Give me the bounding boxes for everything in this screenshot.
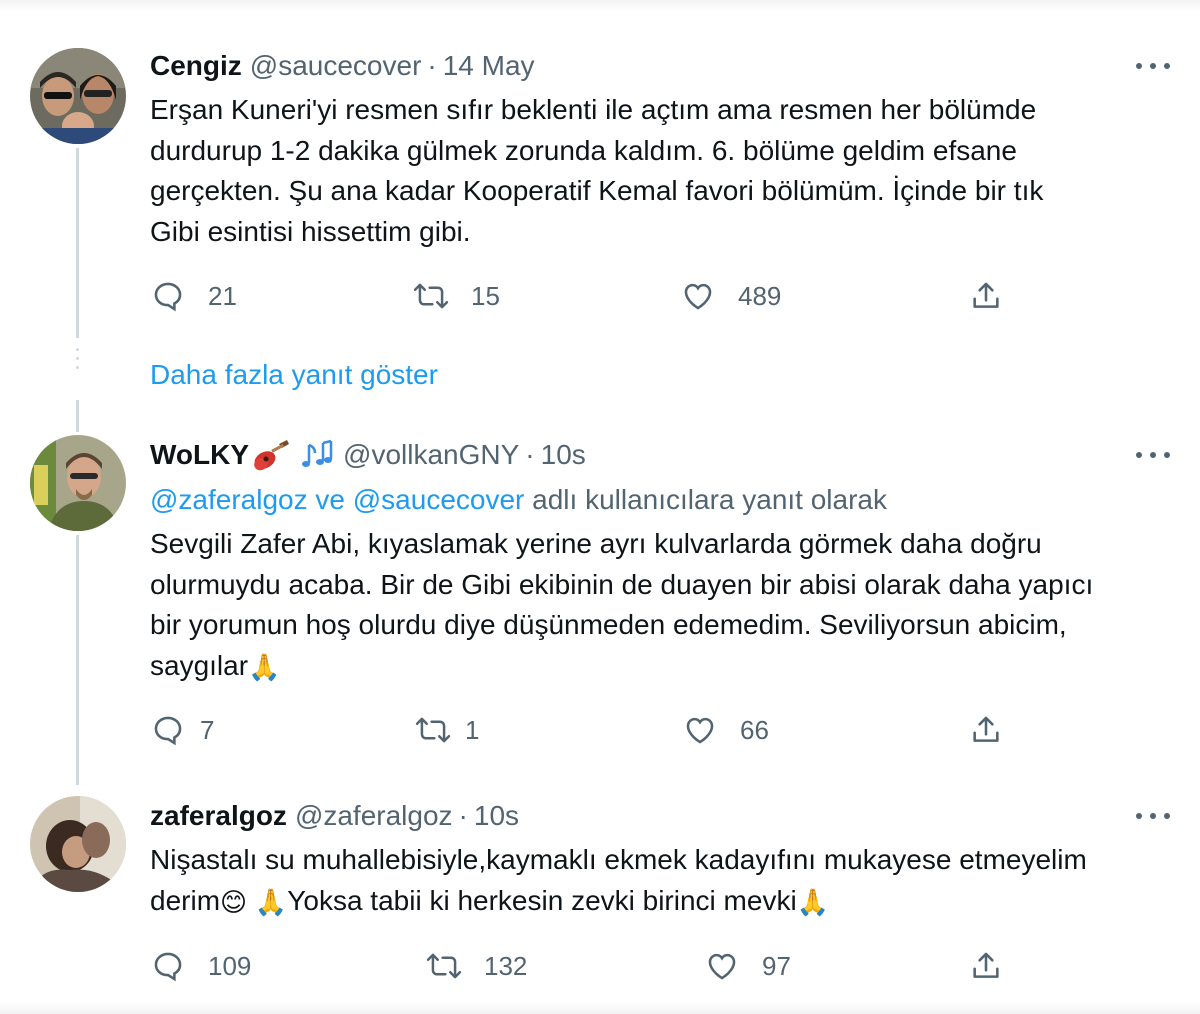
tweet-header: Cengiz @saucecover · 14 May (150, 46, 1170, 86)
like-count: 489 (738, 280, 782, 311)
pray-emoji-icon: 🙏 (248, 652, 281, 683)
show-more-replies-link[interactable]: Daha fazla yanıt göster (150, 355, 438, 395)
timestamp[interactable]: 14 May (443, 50, 535, 82)
reply-icon (150, 712, 186, 748)
pray-emoji-icon: 🙏 (796, 887, 830, 918)
thread-line (76, 148, 79, 338)
tweet-text: Sevgili Zafer Abi, kıyaslamak yerine ayr… (150, 524, 1170, 686)
reply-button[interactable]: 109 (150, 944, 251, 988)
user-handle[interactable]: @saucecover (250, 50, 422, 82)
reply-context: @zaferalgoz ve @saucecover adlı kullanıc… (150, 480, 887, 520)
reply-icon (150, 278, 186, 314)
display-name[interactable]: Cengiz (150, 50, 242, 82)
display-name[interactable]: zaferalgoz (150, 800, 287, 832)
thread-line (76, 400, 79, 432)
retweet-count: 15 (471, 280, 500, 311)
reply-count: 21 (208, 280, 237, 311)
tweet-text-line: olurmuydu acaba. Bir de Gibi ekibinin de… (150, 568, 1094, 600)
tweet-text-line: gerçekten. Şu ana kadar Kooperatif Kemal… (150, 175, 1044, 206)
retweet-icon (415, 712, 451, 748)
avatar[interactable] (30, 48, 126, 144)
tweet-text-line: bir yorumun hoş olurdu diye düşünmeden e… (150, 609, 1067, 640)
reply-count: 109 (208, 950, 252, 981)
avatar[interactable] (30, 435, 126, 531)
more-icon[interactable] (1136, 56, 1170, 76)
tweet-text-line: Sevgili Zafer Abi, kıyaslamak yerine ayr… (150, 528, 1042, 559)
reply-button[interactable]: 7 (150, 708, 214, 752)
separator: · (525, 439, 535, 470)
tweet-thread: Cengiz @saucecover · 14 May Erşan Kuneri… (0, 0, 1200, 1014)
share-icon (968, 712, 1004, 748)
mention-link[interactable]: @saucecover (353, 484, 525, 515)
display-name[interactable]: WoLKY (150, 439, 249, 471)
like-icon (704, 948, 740, 984)
separator: · (458, 800, 468, 831)
tweet-actions: 21 15 489 (150, 274, 1010, 318)
timestamp[interactable]: 10s (474, 800, 519, 832)
tweet-actions: 7 1 66 (150, 708, 1010, 752)
tweet-text-fragment: saygılar (150, 649, 249, 681)
reply-context-joiner[interactable]: ve (308, 484, 353, 515)
retweet-button[interactable]: 1 (415, 708, 479, 752)
tweet-header: zaferalgoz @zaferalgoz · 10s (150, 796, 1170, 836)
user-handle[interactable]: @vollkanGNY (343, 439, 519, 471)
tweet-text: Erşan Kuneri'yi resmen sıfır beklenti il… (150, 90, 1170, 252)
retweet-count: 132 (484, 950, 528, 981)
like-icon (682, 712, 718, 748)
retweet-button[interactable]: 15 (413, 274, 500, 318)
smile-emoji-icon: 😊 (220, 887, 248, 918)
share-icon (968, 278, 1004, 314)
like-count: 66 (740, 714, 769, 745)
tweet-text-line: Erşan Kuneri'yi resmen sıfır beklenti il… (150, 94, 1037, 125)
tweet-text-line: saygılar🙏 (150, 646, 1170, 687)
like-button[interactable]: 66 (682, 708, 769, 752)
retweet-icon (426, 948, 462, 984)
retweet-count: 1 (465, 714, 480, 745)
retweet-button[interactable]: 132 (426, 944, 527, 988)
like-count: 97 (762, 950, 791, 981)
reply-count: 7 (200, 714, 215, 745)
user-handle[interactable]: @zaferalgoz (295, 800, 453, 832)
reply-context-suffix: adlı kullanıcılara yanıt olarak (524, 484, 887, 515)
share-icon (968, 948, 1004, 984)
guitar-emoji-icon (251, 438, 291, 472)
pray-emoji-icon: 🙏 (254, 887, 288, 918)
share-button[interactable] (968, 944, 1004, 988)
reply-button[interactable]: 21 (150, 274, 237, 318)
avatar[interactable] (30, 796, 126, 892)
mention-link[interactable]: @zaferalgoz (150, 484, 308, 515)
thread-gap-dots (75, 348, 80, 369)
more-icon[interactable] (1136, 445, 1170, 465)
tweet-header: WoLKY @vollkanGNY · 10s (150, 435, 1170, 475)
share-button[interactable] (968, 708, 1004, 752)
like-button[interactable]: 489 (680, 274, 781, 318)
tweet-text-fragment: Yoksa tabii ki herkesin zevki birinci me… (287, 884, 797, 916)
thread-line (76, 535, 79, 785)
timestamp[interactable]: 10s (541, 439, 586, 471)
share-button[interactable] (968, 274, 1004, 318)
tweet-text-line: derim😊 🙏Yoksa tabii ki herkesin zevki bi… (150, 881, 1170, 922)
tweet-actions: 109 132 97 (150, 944, 1010, 988)
top-edge (0, 0, 1200, 12)
tweet-text-line: durdurup 1-2 dakika gülmek zorunda kaldı… (150, 134, 1017, 166)
tweet-text-fragment: derim (150, 884, 221, 916)
bottom-edge (0, 1002, 1200, 1014)
musical-notes-icon (299, 439, 335, 471)
tweet-text-line: Nişastalı su muhallebisiyle,kaymaklı ekm… (150, 844, 1087, 875)
retweet-icon (413, 278, 449, 314)
tweet-text-line: Gibi esintisi hissettim gibi. (150, 215, 471, 247)
separator: · (427, 50, 437, 81)
tweet-text: Nişastalı su muhallebisiyle,kaymaklı ekm… (150, 840, 1170, 921)
like-icon (680, 278, 716, 314)
more-icon[interactable] (1136, 806, 1170, 826)
reply-icon (150, 948, 186, 984)
like-button[interactable]: 97 (704, 944, 791, 988)
